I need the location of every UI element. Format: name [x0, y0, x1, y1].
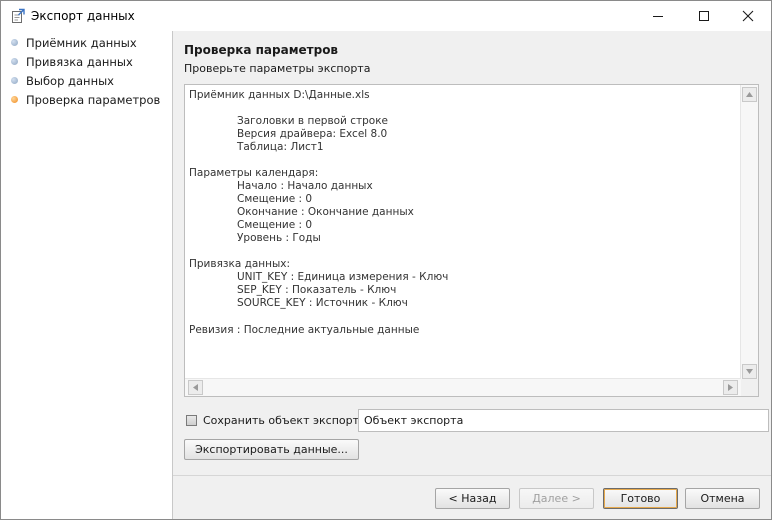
arrow-right-icon [728, 384, 733, 391]
close-icon [742, 10, 754, 22]
step-label: Выбор данных [26, 74, 114, 88]
export-object-name-input[interactable] [358, 409, 769, 432]
save-export-object-label[interactable]: Сохранить объект экспорта: [203, 414, 369, 427]
summary-line: Окончание : Окончание данных [237, 206, 414, 218]
page-subtitle: Проверьте параметры экспорта [184, 62, 371, 75]
page-title: Проверка параметров [184, 43, 339, 57]
minimize-button[interactable] [635, 1, 681, 31]
title-bar[interactable]: Экспорт данных [1, 1, 771, 31]
active-step-bullet-icon [11, 96, 18, 103]
summary-line: Заголовки в первой строке [237, 115, 389, 127]
summary-line: UNIT_KEY : Единица измерения - Ключ [237, 271, 449, 283]
export-data-button[interactable]: Экспортировать данные... [184, 439, 359, 460]
scroll-left-button[interactable] [188, 380, 203, 395]
arrow-down-icon [746, 369, 753, 374]
summary-line: Таблица: Лист1 [237, 141, 324, 153]
export-app-icon [10, 8, 26, 24]
scroll-down-button[interactable] [742, 364, 757, 379]
arrow-up-icon [746, 92, 753, 97]
scroll-right-button[interactable] [723, 380, 738, 395]
summary-line: Параметры календаря: [189, 167, 319, 179]
summary-line: Приёмник данных D:\Данные.xls [189, 89, 370, 101]
arrow-left-icon [193, 384, 198, 391]
maximize-button[interactable] [681, 1, 727, 31]
next-button[interactable]: Далее > [519, 488, 594, 509]
minimize-icon [653, 16, 663, 17]
summary-line: Привязка данных: [189, 258, 291, 270]
summary-line: SOURCE_KEY : Источник - Ключ [237, 297, 408, 309]
step-label: Привязка данных [26, 55, 133, 69]
summary-line: Начало : Начало данных [237, 180, 373, 192]
step-bullet-icon [11, 39, 18, 46]
close-button[interactable] [725, 1, 771, 31]
step-label: Проверка параметров [26, 93, 161, 107]
scrollbar-corner [741, 379, 758, 396]
export-summary-textbox[interactable]: Приёмник данных D:\Данные.xls Заголовки … [184, 84, 759, 397]
summary-line: SEP_KEY : Показатель - Ключ [237, 284, 397, 296]
maximize-icon [699, 11, 709, 21]
finish-button[interactable]: Готово [603, 488, 678, 509]
summary-line: Версия драйвера: Excel 8.0 [237, 128, 388, 140]
step-bullet-icon [11, 77, 18, 84]
summary-line: Ревизия : Последние актуальные данные [189, 324, 420, 336]
step-label: Приёмник данных [26, 36, 137, 50]
vertical-scrollbar[interactable] [740, 85, 758, 381]
footer-divider [173, 475, 771, 476]
step-bullet-icon [11, 58, 18, 65]
summary-line: Уровень : Годы [237, 232, 321, 244]
wizard-steps-sidebar: Приёмник данных Привязка данных Выбор да… [1, 31, 173, 519]
summary-line: Смещение : 0 [237, 219, 313, 231]
summary-line: Смещение : 0 [237, 193, 313, 205]
horizontal-scrollbar[interactable] [185, 378, 741, 396]
cancel-button[interactable]: Отмена [685, 488, 760, 509]
back-button[interactable]: < Назад [435, 488, 510, 509]
window-title: Экспорт данных [31, 9, 135, 23]
export-wizard-window: Экспорт данных Приёмник данных Привязка … [0, 0, 772, 520]
scroll-up-button[interactable] [742, 87, 757, 102]
save-export-object-checkbox[interactable] [186, 415, 197, 426]
